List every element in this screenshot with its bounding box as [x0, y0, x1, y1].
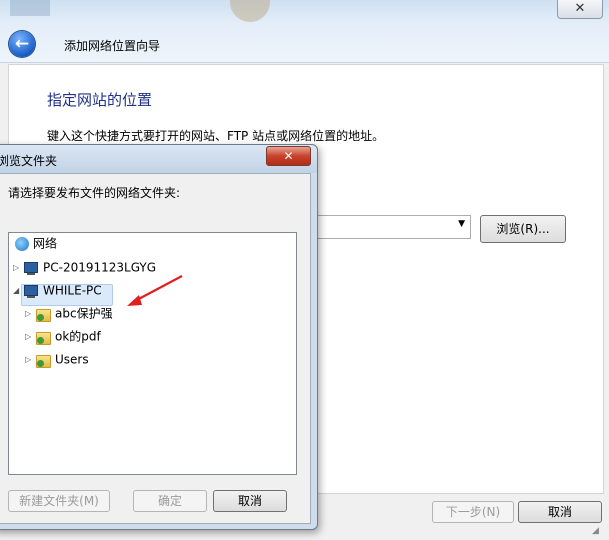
expand-arrow-icon[interactable]: ▷ [13, 258, 23, 278]
computer-icon [23, 284, 39, 298]
tree-node-network[interactable]: 网络 [15, 233, 57, 253]
tree-node-folder-ok-pdf[interactable]: ▷ ok的pdf [25, 326, 101, 346]
tree-label: abc保护强 [55, 306, 113, 321]
dialog-body: 请选择要发布文件的网络文件夹: 网络 ▷ PC-20191123LGYG ◢ WHI… [0, 173, 311, 524]
page-description: 键入这个快捷方式要打开的网站、FTP 站点或网络位置的地址。 [47, 129, 385, 143]
wizard-cancel-button[interactable]: 取消 [518, 501, 602, 523]
shared-folder-icon [35, 353, 51, 368]
shared-folder-icon [35, 330, 51, 345]
ok-button[interactable]: 确定 [133, 490, 207, 512]
back-arrow-icon[interactable]: ← [9, 31, 35, 57]
dialog-cancel-button[interactable]: 取消 [213, 490, 287, 512]
network-globe-icon [15, 236, 29, 251]
dialog-prompt: 请选择要发布文件的网络文件夹: [8, 186, 181, 200]
tree-node-folder-users[interactable]: ▷ Users [25, 349, 89, 369]
tree-label: Users [55, 352, 89, 367]
folder-tree[interactable]: 网络 ▷ PC-20191123LGYG ◢ WHILE-PC ▷ abc保护强 ▷ o… [8, 232, 297, 475]
close-icon[interactable]: ✕ [557, 0, 603, 19]
chevron-down-icon[interactable]: ▼ [458, 219, 465, 229]
browse-button[interactable]: 浏览(R)... [480, 215, 566, 243]
red-arrow-annotation-icon [127, 275, 183, 306]
tree-node-while-pc[interactable]: ◢ WHILE-PC [13, 280, 102, 300]
new-folder-button[interactable]: 新建文件夹(M) [8, 490, 110, 512]
resize-grip-icon[interactable]: ◢ [592, 526, 604, 538]
browse-folder-dialog: 浏览文件夹 ✕ 请选择要发布文件的网络文件夹: 网络 ▷ PC-20191123L… [0, 144, 318, 530]
expand-arrow-icon[interactable]: ▷ [25, 350, 35, 370]
tree-node-folder-abc[interactable]: ▷ abc保护强 [25, 303, 113, 323]
expand-arrow-icon[interactable]: ▷ [25, 327, 35, 347]
computer-icon [23, 261, 39, 275]
background-thumbnails [10, 0, 310, 22]
expand-arrow-icon[interactable]: ▷ [25, 304, 35, 324]
tree-label: WHILE-PC [43, 283, 102, 298]
dialog-title: 浏览文件夹 [0, 154, 58, 168]
wizard-title: 添加网络位置向导 [64, 39, 161, 53]
wizard-title-area: ✕ ← 添加网络位置向导 [0, 0, 609, 63]
dialog-titlebar[interactable]: 浏览文件夹 ✕ [0, 145, 317, 173]
dialog-close-icon[interactable]: ✕ [266, 146, 311, 166]
shared-folder-icon [35, 307, 51, 322]
page-heading: 指定网站的位置 [47, 91, 153, 109]
collapse-arrow-icon[interactable]: ◢ [13, 281, 23, 301]
next-button[interactable]: 下一步(N) [432, 501, 514, 523]
tree-label: 网络 [33, 236, 58, 251]
tree-label: ok的pdf [55, 329, 101, 344]
address-combobox[interactable]: ▼ [309, 215, 471, 239]
